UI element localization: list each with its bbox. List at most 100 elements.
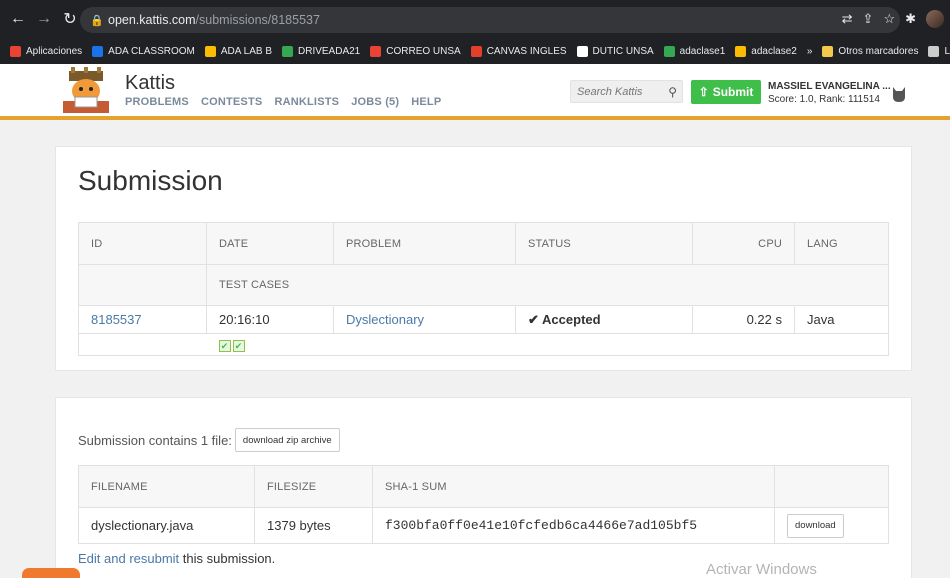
status-text: Accepted <box>542 311 601 327</box>
bookmark-icon <box>576 45 588 57</box>
bookmark-icon <box>663 45 675 57</box>
bookmark-label: CORREO UNSA <box>386 45 461 57</box>
submit-label: Submit <box>712 85 754 99</box>
check-icon: ✔ <box>528 311 539 327</box>
search-icon[interactable]: ⚲ <box>668 85 677 99</box>
status-cell: ✔ Accepted <box>515 305 693 334</box>
language: Java <box>794 305 889 334</box>
bookmark-item[interactable]: CORREO UNSA <box>370 45 461 57</box>
main-nav: PROBLEMS CONTESTS RANKLISTS JOBS (5) HELP <box>125 96 441 108</box>
bookmark-item[interactable]: DRIVEADA21 <box>282 45 361 57</box>
cpu-time: 0.22 s <box>692 305 795 334</box>
bookmark-icon <box>928 45 940 57</box>
upload-icon: ⇧ <box>698 85 709 99</box>
bookmark-label: Aplicaciones <box>26 45 83 57</box>
browser-toolbar: ← → ↻ 🔒 open.kattis.com/submissions/8185… <box>0 0 950 38</box>
reload-icon[interactable]: ↻ <box>58 9 82 29</box>
translate-icon[interactable]: ⇄ <box>842 11 853 27</box>
test-case-passed-icon[interactable]: ✔ <box>232 339 245 352</box>
file-name: dyslectionary.java <box>78 507 255 544</box>
bookmark-item[interactable]: ADA CLASSROOM <box>92 45 195 57</box>
address-bar[interactable]: 🔒 open.kattis.com/submissions/8185537 <box>80 7 900 33</box>
edit-resubmit-link[interactable]: Edit and resubmit <box>78 551 179 566</box>
bookmark-icon <box>822 45 834 57</box>
submission-id-link[interactable]: 8185537 <box>91 312 142 327</box>
search-box: ⚲ <box>570 80 683 103</box>
col-sha: SHA-1 SUM <box>372 465 775 508</box>
submission-table: ID DATE PROBLEM STATUS CPU LANG TEST CAS… <box>78 222 889 356</box>
windows-activation-watermark: Activar Windows <box>706 561 817 578</box>
test-case-passed-icon[interactable]: ✔ <box>218 339 231 352</box>
browser-actions: ⇄ ⇪ ☆ ✱ <box>842 10 944 28</box>
download-file-button[interactable]: download <box>787 513 844 538</box>
nav-item[interactable]: HELP <box>411 96 441 108</box>
bookmark-item[interactable]: Aplicaciones <box>10 45 83 57</box>
back-arrow-icon[interactable]: ← <box>6 10 30 28</box>
header-accent-line <box>0 116 950 120</box>
contains-text: Submission contains 1 file: <box>78 432 232 448</box>
forward-arrow-icon[interactable]: → <box>32 10 56 28</box>
bookmark-label: Lista de lec <box>944 45 950 57</box>
col-filesize: FILESIZE <box>254 465 373 508</box>
bookmark-label: ADA LAB B <box>220 45 272 57</box>
bookmark-icon <box>204 45 216 57</box>
test-cases-row: ✔ ✔ <box>78 333 889 356</box>
lock-icon: 🔒 <box>90 14 104 27</box>
bookmark-icon <box>370 45 382 57</box>
submission-date: 20:16:10 <box>206 305 334 334</box>
user-name: MASSIEL EVANGELINA ... <box>768 81 891 92</box>
search-input[interactable] <box>571 81 661 103</box>
col-id: ID <box>78 222 207 265</box>
bookmark-item[interactable]: DUTIC UNSA <box>576 45 654 57</box>
bookmark-icon <box>10 45 21 57</box>
col-test-cases: TEST CASES <box>206 264 889 306</box>
table-row: dyslectionary.java 1379 bytes f300bfa0ff… <box>78 507 889 544</box>
edit-suffix: this submission. <box>179 551 276 566</box>
files-card: Submission contains 1 file: download zip… <box>55 397 912 578</box>
col-date: DATE <box>206 222 334 265</box>
bookmark-item[interactable]: adaclase2 <box>735 45 797 57</box>
nav-item[interactable]: JOBS (5) <box>351 96 399 108</box>
bookmark-item[interactable]: Lista de lec <box>928 45 950 57</box>
bookmark-label: DRIVEADA21 <box>298 45 361 57</box>
bookmark-label: ADA CLASSROOM <box>108 45 195 57</box>
col-lang: LANG <box>794 222 889 265</box>
profile-avatar[interactable] <box>926 10 944 28</box>
bookmark-icon <box>470 45 482 57</box>
edit-resubmit-line: Edit and resubmit this submission. <box>78 551 275 566</box>
kattis-logo[interactable] <box>57 67 115 115</box>
col-filename: FILENAME <box>78 465 255 508</box>
share-icon[interactable]: ⇪ <box>863 11 874 27</box>
submit-button[interactable]: ⇧ Submit <box>691 80 761 104</box>
bookmark-icon <box>282 45 293 57</box>
nav-item[interactable]: RANKLISTS <box>274 96 339 108</box>
col-download <box>774 465 889 508</box>
col-empty <box>78 264 207 306</box>
test-cases: ✔ ✔ <box>206 333 889 356</box>
bookmarks-bar: Aplicaciones ADA CLASSROOM ADA LAB B DRIVEA… <box>0 38 950 64</box>
problem-link[interactable]: Dyslectionary <box>346 312 424 327</box>
bookmark-item[interactable]: » <box>807 46 813 57</box>
files-summary: Submission contains 1 file: download zip… <box>78 428 340 452</box>
feedback-tab[interactable] <box>22 568 80 578</box>
extensions-icon[interactable]: ✱ <box>905 11 916 27</box>
nav-item[interactable]: CONTESTS <box>201 96 263 108</box>
file-sha: f300bfa0ff0e41e10fcfedb6ca4466e7ad105bf5 <box>372 507 775 544</box>
bookmark-item[interactable]: adaclase1 <box>663 45 726 57</box>
col-problem: PROBLEM <box>333 222 516 265</box>
download-zip-button[interactable]: download zip archive <box>234 428 340 452</box>
table-row: 8185537 20:16:10 Dyslectionary ✔ Accepte… <box>78 305 889 334</box>
bookmark-item[interactable]: Otros marcadores <box>822 45 918 57</box>
bookmark-label: adaclase1 <box>679 45 726 57</box>
url-text: open.kattis.com/submissions/8185537 <box>108 13 320 27</box>
bookmark-icon <box>735 45 747 57</box>
bookmark-label: adaclase2 <box>751 45 797 57</box>
star-icon[interactable]: ☆ <box>883 11 895 27</box>
bookmark-label: CANVAS INGLES <box>486 45 567 57</box>
user-cat-icon[interactable] <box>891 85 907 103</box>
nav-item[interactable]: PROBLEMS <box>125 96 189 108</box>
bookmark-item[interactable]: CANVAS INGLES <box>470 45 567 57</box>
user-info[interactable]: MASSIEL EVANGELINA ... Score: 1.0, Rank:… <box>768 80 891 106</box>
brand-name[interactable]: Kattis <box>125 72 175 95</box>
bookmark-item[interactable]: ADA LAB B <box>204 45 272 57</box>
